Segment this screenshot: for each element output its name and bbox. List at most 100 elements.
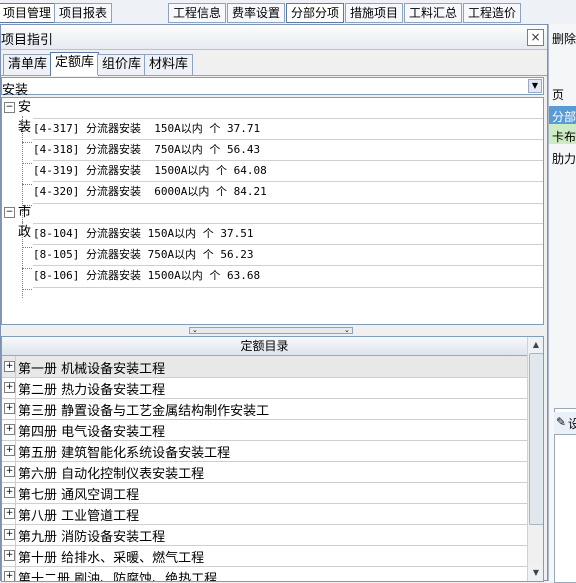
catalog-row[interactable]: + 第三册 静置设备与工艺金属结构制作安装工 (2, 398, 527, 420)
catalog-row-label: 第九册 消防设备安装工程 (18, 530, 166, 545)
expand-icon[interactable]: + (4, 445, 15, 456)
expand-icon[interactable]: + (4, 571, 15, 581)
catalog-row-label: 第四册 电气设备安装工程 (18, 425, 166, 440)
expand-icon[interactable]: + (4, 361, 15, 372)
row-divider (15, 503, 16, 524)
row-divider (15, 566, 16, 581)
project-guide-dialog: 项目指引 × 清单库 定额库 组价库 材料库 安装 ▼ − 安装 [4-317]… (0, 24, 548, 582)
category-select-value: 安装 (2, 83, 29, 98)
menu-project-report[interactable]: 项目报表 (54, 3, 113, 23)
collapse-icon[interactable]: − (4, 102, 15, 113)
catalog-row[interactable]: + 第六册 自动化控制仪表安装工程 (2, 461, 527, 483)
library-tabs: 清单库 定额库 组价库 材料库 (1, 51, 547, 76)
catalog-row[interactable]: + 第四册 电气设备安装工程 (2, 419, 527, 441)
catalog-row-label: 第二册 热力设备安装工程 (18, 383, 166, 398)
tree-group-label: 安装 (18, 100, 32, 135)
menu-measures[interactable]: 措施项目 (345, 3, 404, 23)
catalog-row-label: 第十册 给排水、采暖、燃气工程 (18, 551, 205, 566)
catalog-row-label: 第七册 通风空调工程 (18, 488, 140, 503)
tree-item[interactable]: [8-106] 分流器安装 1500A以内 个 63.68 (33, 265, 543, 288)
row-divider (15, 461, 16, 482)
tab-quota-library[interactable]: 定额库 (50, 52, 100, 76)
row-divider (15, 377, 16, 398)
tree-item[interactable]: [4-319] 分流器安装 1500A以内 个 64.08 (33, 160, 543, 182)
catalog-row-label: 第五册 建筑智能化系统设备安装工程 (18, 446, 231, 461)
chevron-down-icon[interactable]: ▼ (528, 79, 542, 93)
background-cell-label: 卡布纟 (552, 130, 576, 144)
row-divider (15, 440, 16, 461)
catalog-row[interactable]: + 第八册 工业管道工程 (2, 503, 527, 525)
menu-rate-settings[interactable]: 费率设置 (227, 3, 286, 23)
menu-materials-summary[interactable]: 工料汇总 (404, 3, 463, 23)
tab-material-library[interactable]: 材料库 (144, 54, 194, 75)
row-divider (15, 356, 16, 377)
panel-splitter-handle[interactable]: ⌄ ⌄ (189, 327, 353, 334)
catalog-row-label: 第八册 工业管道工程 (18, 509, 140, 524)
background-lower-panel-header: ✎ 设 (554, 412, 576, 435)
tree-item[interactable]: [8-105] 分流器安装 750A以内 个 56.23 (33, 244, 543, 266)
catalog-row[interactable]: + 第一册 机械设备安装工程 (2, 356, 527, 378)
expand-icon[interactable]: + (4, 403, 15, 414)
expand-icon[interactable]: + (4, 382, 15, 393)
row-divider (15, 524, 16, 545)
tree-connector (22, 184, 32, 185)
tree-item[interactable]: [4-317] 分流器安装 150A以内 个 37.71 (33, 118, 543, 140)
expand-icon[interactable]: + (4, 550, 15, 561)
expand-icon[interactable]: + (4, 466, 15, 477)
tree-item[interactable]: [8-104] 分流器安装 150A以内 个 37.51 (33, 223, 543, 245)
menu-project-info[interactable]: 工程信息 (168, 3, 227, 23)
background-delete-row-label[interactable]: 删除行 (552, 30, 576, 47)
expand-icon[interactable]: + (4, 529, 15, 540)
catalog-header: 定额目录 (2, 337, 527, 356)
tree-item[interactable]: [4-318] 分流器安装 750A以内 个 56.43 (33, 139, 543, 161)
catalog-row[interactable]: + 第十二册 刷油、防腐蚀、绝热工程 (2, 566, 527, 582)
tree-connector (22, 163, 32, 164)
dialog-titlebar[interactable]: 项目指引 × (1, 25, 547, 50)
tab-bill-library[interactable]: 清单库 (3, 54, 53, 75)
catalog-row-label: 第十二册 刷油、防腐蚀、绝热工程 (18, 572, 218, 582)
menu-project-cost[interactable]: 工程造价 (463, 3, 522, 23)
scroll-up-icon[interactable]: ▲ (528, 337, 543, 353)
catalog-row-label: 第三册 静置设备与工艺金属结构制作安装工 (18, 404, 270, 419)
tree-connector (22, 142, 32, 143)
category-select[interactable]: 安装 ▼ (1, 77, 544, 98)
catalog-row-label: 第一册 机械设备安装工程 (18, 362, 166, 377)
catalog-row[interactable]: + 第七册 通风空调工程 (2, 482, 527, 504)
background-panel-label: 设 (568, 417, 576, 431)
tree-group-label: 市政 (18, 205, 32, 240)
catalog-row[interactable]: + 第九册 消防设备安装工程 (2, 524, 527, 546)
expand-icon[interactable]: + (4, 487, 15, 498)
catalog-row[interactable]: + 第十册 给排水、采暖、燃气工程 (2, 545, 527, 567)
catalog-row-label: 第六册 自动化控制仪表安装工程 (18, 467, 205, 482)
close-icon[interactable]: × (527, 29, 544, 46)
row-divider (15, 482, 16, 503)
row-divider (15, 398, 16, 419)
expand-icon[interactable]: + (4, 424, 15, 435)
collapse-icon[interactable]: − (4, 207, 15, 218)
quota-tree: − 安装 [4-317] 分流器安装 150A以内 个 37.71 [4-318… (1, 97, 544, 325)
background-page-label: 页 (552, 88, 565, 102)
background-cell-label: 肋力纟 (552, 152, 576, 166)
background-cell-label: 分部. (552, 110, 576, 124)
menu-project-management[interactable]: 项目管理 (0, 3, 57, 23)
splitter-grip-icon: ⌄ (344, 326, 350, 334)
quota-catalog: 定额目录 + 第一册 机械设备安装工程 + 第二册 热力设备安装工程 + 第三册… (1, 336, 544, 582)
tab-pricing-library[interactable]: 组价库 (97, 54, 147, 75)
menu-sub-items[interactable]: 分部分项 (286, 3, 345, 23)
catalog-scrollbar[interactable]: ▲ ▼ (527, 337, 543, 581)
catalog-row[interactable]: + 第二册 热力设备安装工程 (2, 377, 527, 399)
expand-icon[interactable]: + (4, 508, 15, 519)
settings-icon: ✎ (556, 415, 567, 429)
dialog-title: 项目指引 (1, 33, 54, 48)
tree-item[interactable]: [4-320] 分流器安装 6000A以内 个 84.21 (33, 181, 543, 204)
tree-connector (22, 247, 32, 248)
row-divider (15, 545, 16, 566)
main-menubar: 项目管理 项目报表 工程信息 费率设置 分部分项 措施项目 工料汇总 工程造价 (0, 0, 576, 25)
catalog-row[interactable]: + 第五册 建筑智能化系统设备安装工程 (2, 440, 527, 462)
scrollbar-thumb[interactable] (529, 353, 543, 525)
scroll-down-icon[interactable]: ▼ (528, 565, 543, 581)
splitter-grip-icon: ⌄ (192, 326, 198, 334)
row-divider (15, 419, 16, 440)
tree-connector (22, 268, 32, 269)
tree-connector (22, 289, 32, 290)
